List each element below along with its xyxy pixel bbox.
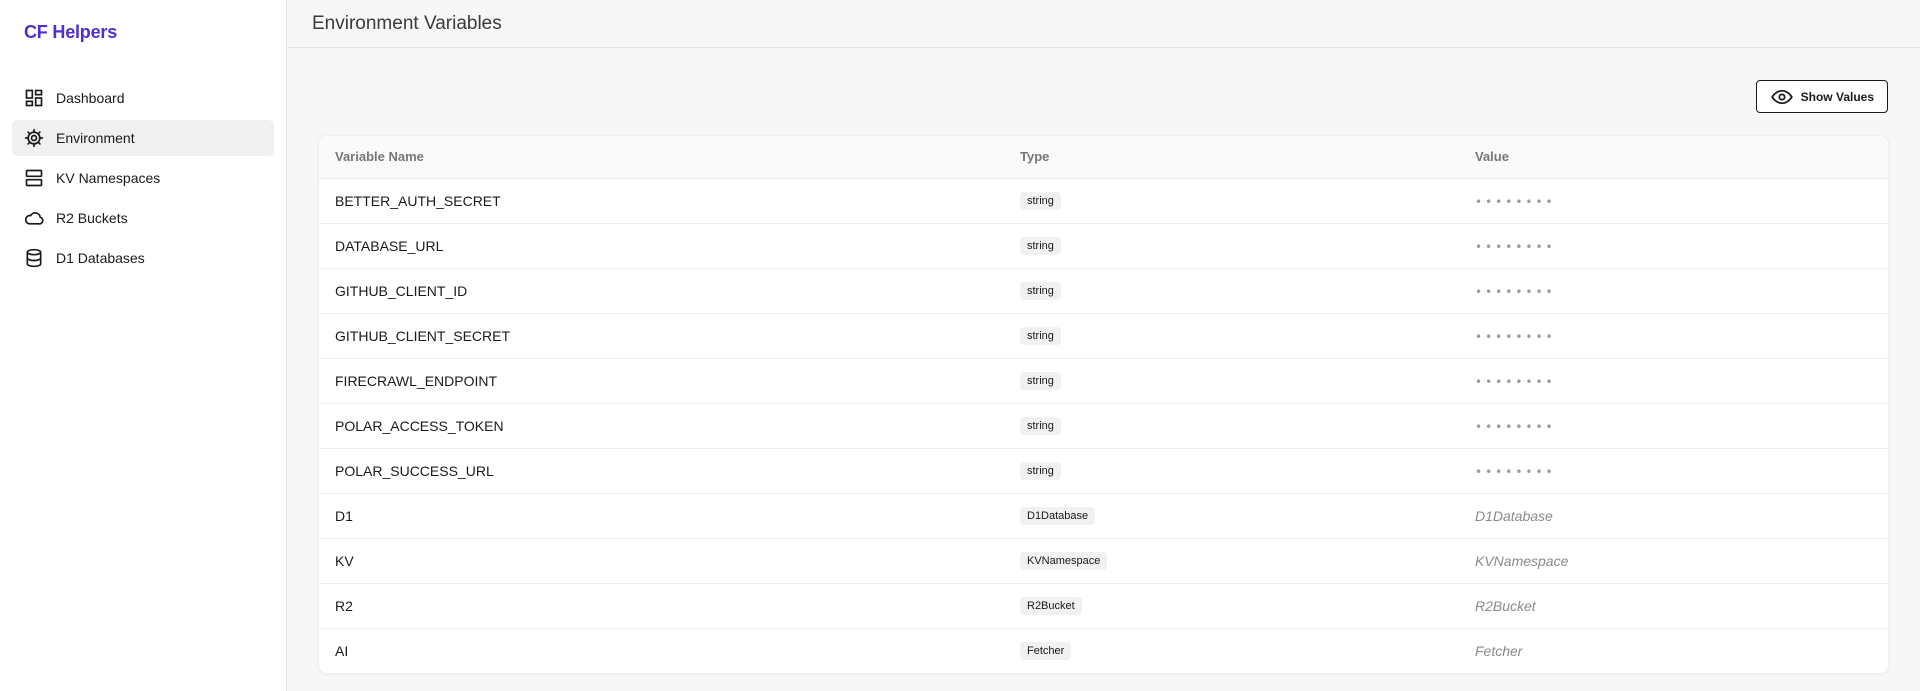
cloud-icon	[24, 208, 44, 228]
sidebar-item-d1-databases[interactable]: D1 Databases	[12, 240, 274, 276]
variable-name: D1	[319, 493, 1004, 539]
server-icon	[24, 168, 44, 188]
variable-name: R2	[319, 583, 1004, 629]
table-row: GITHUB_CLIENT_ID string ••••••••	[319, 268, 1888, 314]
sidebar-item-label: D1 Databases	[56, 250, 145, 266]
eye-icon	[1770, 89, 1793, 105]
type-badge: Fetcher	[1020, 642, 1072, 661]
type-badge: string	[1020, 327, 1061, 345]
page-header: Environment Variables	[287, 0, 1920, 48]
table-row: POLAR_ACCESS_TOKEN string ••••••••	[319, 403, 1888, 449]
table-row: AI Fetcher Fetcher	[319, 628, 1888, 673]
masked-value: ••••••••	[1475, 464, 1556, 479]
settings-cog-icon	[24, 128, 44, 148]
type-badge: string	[1020, 417, 1061, 435]
masked-value: ••••••••	[1475, 329, 1556, 344]
binding-value: Fetcher	[1475, 642, 1523, 659]
type-badge: string	[1020, 237, 1061, 255]
page-title: Environment Variables	[312, 12, 502, 34]
sidebar: CF Helpers Dashboard Environment KV Name…	[0, 0, 287, 691]
sidebar-item-r2-buckets[interactable]: R2 Buckets	[12, 200, 274, 236]
type-badge: string	[1020, 462, 1061, 480]
column-header-type: Type	[1004, 136, 1459, 179]
masked-value: ••••••••	[1475, 284, 1556, 299]
variable-name: DATABASE_URL	[319, 223, 1004, 269]
table-row: DATABASE_URL string ••••••••	[319, 223, 1888, 269]
type-badge: D1Database	[1020, 507, 1096, 525]
env-variables-table: Variable Name Type Value BETTER_AUTH_SEC…	[319, 136, 1888, 673]
show-values-button[interactable]: Show Values	[1755, 80, 1888, 113]
sidebar-item-label: Dashboard	[56, 90, 125, 106]
sidebar-item-environment[interactable]: Environment	[12, 120, 274, 156]
masked-value: ••••••••	[1475, 374, 1556, 389]
binding-value: D1Database	[1475, 507, 1553, 524]
type-badge: string	[1020, 192, 1061, 210]
dashboard-icon	[24, 88, 44, 108]
table-row: BETTER_AUTH_SECRET string ••••••••	[319, 178, 1888, 224]
masked-value: ••••••••	[1475, 419, 1556, 434]
variable-name: AI	[335, 642, 349, 659]
app-root: CF Helpers Dashboard Environment KV Name…	[0, 0, 1920, 691]
variable-name: POLAR_ACCESS_TOKEN	[319, 403, 1004, 449]
sidebar-nav: Dashboard Environment KV Namespaces R2 B…	[0, 64, 286, 276]
masked-value: ••••••••	[1475, 194, 1556, 209]
table-row: FIRECRAWL_ENDPOINT string ••••••••	[319, 358, 1888, 404]
database-icon	[24, 248, 44, 268]
column-header-value: Value	[1459, 136, 1888, 179]
variable-name: POLAR_SUCCESS_URL	[319, 448, 1004, 494]
toolbar: Show Values	[319, 80, 1888, 113]
main-area: Environment Variables Show Values Variab…	[287, 0, 1920, 691]
variable-name: GITHUB_CLIENT_SECRET	[319, 313, 1004, 359]
sidebar-item-dashboard[interactable]: Dashboard	[12, 80, 274, 116]
show-values-label: Show Values	[1800, 89, 1874, 104]
table-row: D1 D1Database D1Database	[319, 493, 1888, 539]
table-row: R2 R2Bucket R2Bucket	[319, 583, 1888, 629]
type-badge: string	[1020, 282, 1061, 300]
table-row: GITHUB_CLIENT_SECRET string ••••••••	[319, 313, 1888, 359]
sidebar-item-kv-namespaces[interactable]: KV Namespaces	[12, 160, 274, 196]
sidebar-item-label: R2 Buckets	[56, 210, 128, 226]
binding-value: KVNamespace	[1475, 552, 1569, 569]
table-row: POLAR_SUCCESS_URL string ••••••••	[319, 448, 1888, 494]
variable-name: FIRECRAWL_ENDPOINT	[319, 358, 1004, 404]
content: Show Values Variable Name Type Value BET…	[287, 48, 1920, 673]
sidebar-item-label: Environment	[56, 130, 135, 146]
type-badge: string	[1020, 372, 1061, 390]
table-header-row: Variable Name Type Value	[319, 136, 1888, 179]
type-badge: R2Bucket	[1020, 597, 1082, 615]
column-header-name: Variable Name	[319, 136, 1004, 179]
env-table-card: Variable Name Type Value BETTER_AUTH_SEC…	[319, 136, 1888, 673]
variable-name: KV	[319, 538, 1004, 584]
table-row: KV KVNamespace KVNamespace	[319, 538, 1888, 584]
variable-name: GITHUB_CLIENT_ID	[319, 268, 1004, 314]
variable-name: BETTER_AUTH_SECRET	[319, 178, 1004, 224]
brand-logo[interactable]: CF Helpers	[0, 0, 286, 64]
masked-value: ••••••••	[1475, 239, 1556, 254]
sidebar-item-label: KV Namespaces	[56, 170, 161, 186]
type-badge: KVNamespace	[1020, 552, 1108, 570]
binding-value: R2Bucket	[1475, 597, 1536, 614]
